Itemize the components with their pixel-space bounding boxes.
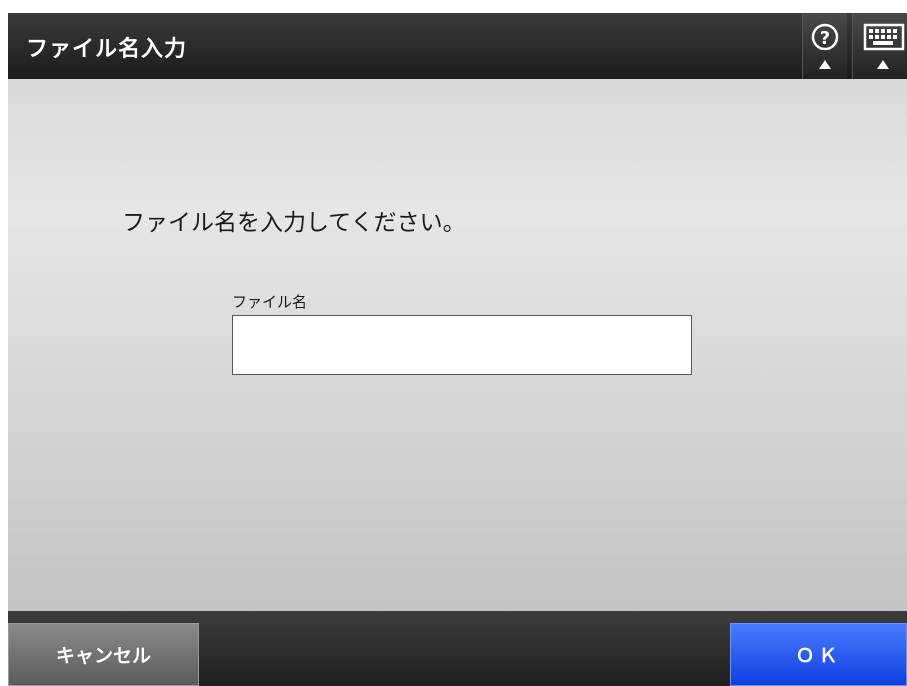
help-question-icon: ? [811,23,839,69]
app-window: ファイル名入力 ? ファイル名を入力してください。 ファイル名 キャンセル ＯＫ [8,13,907,686]
cancel-button[interactable]: キャンセル [8,623,199,686]
footer-bar: キャンセル ＯＫ [8,611,907,686]
keyboard-icon [863,23,905,69]
svg-text:?: ? [820,28,830,49]
instruction-text: ファイル名を入力してください。 [122,210,466,236]
keyboard-button[interactable] [852,13,907,79]
filename-label: ファイル名 [232,293,308,311]
page-title: ファイル名入力 [26,37,188,62]
ok-button[interactable]: ＯＫ [730,623,907,686]
title-bar: ファイル名入力 ? [8,13,907,79]
filename-input[interactable] [232,315,692,375]
help-button[interactable]: ? [802,13,847,79]
content-area: ファイル名を入力してください。 ファイル名 [8,79,907,611]
